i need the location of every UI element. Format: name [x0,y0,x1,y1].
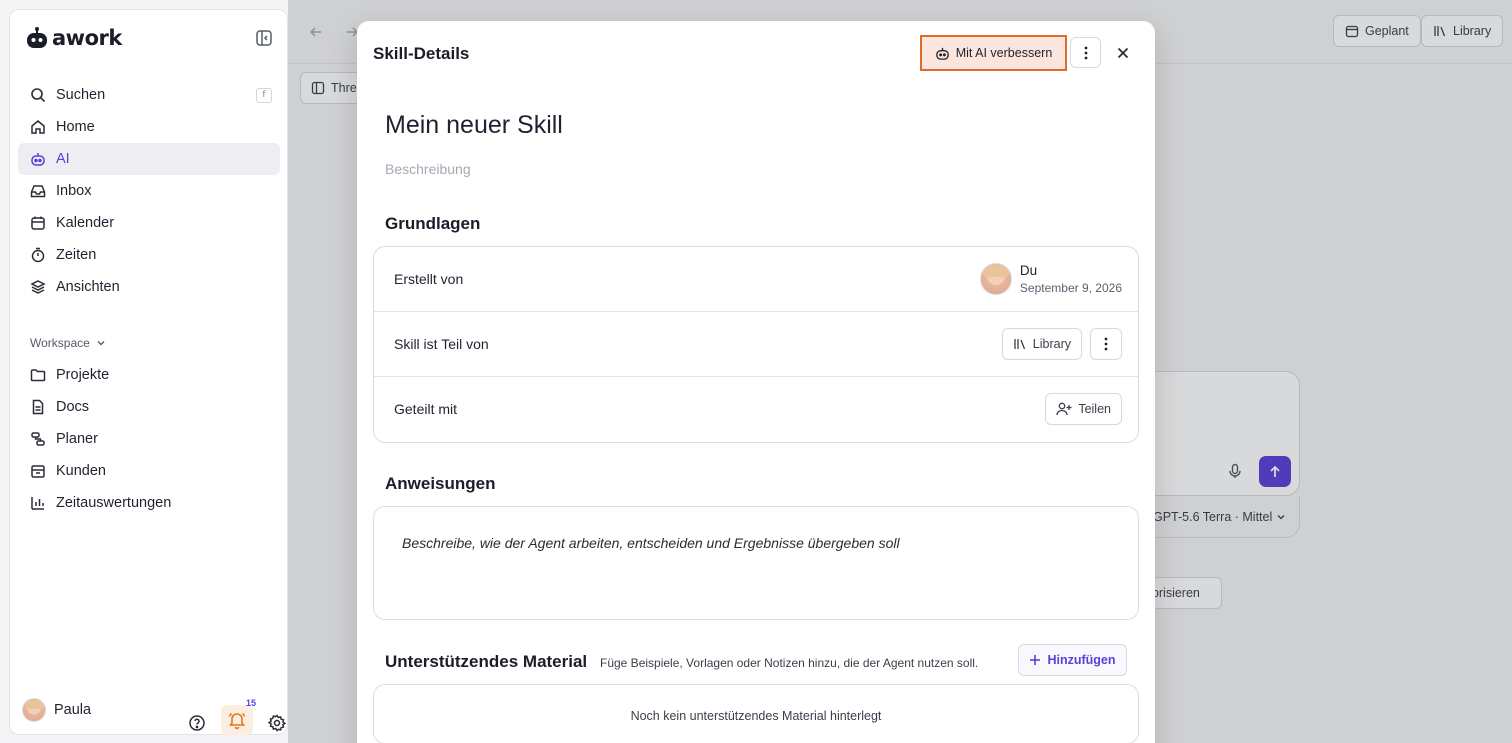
awork-logo-icon [27,27,47,48]
sidebar-item-label: Kalender [56,215,115,231]
gear-icon[interactable] [267,713,287,733]
share-button[interactable]: Teilen [1045,393,1122,425]
basics-heading: Grundlagen [385,214,481,233]
sidebar-item-label: Zeitauswertungen [56,495,172,511]
modal-title: Skill-Details [373,44,470,63]
search-icon [31,88,46,103]
user-plus-icon [1056,402,1072,416]
sidebar-item-customers[interactable]: Kunden [18,455,280,487]
sidebar-item-label: Projekte [56,367,110,383]
sidebar-item-search[interactable]: Suchen f [18,79,280,111]
creator-info[interactable]: Du September 9, 2026 [979,263,1122,295]
sidebar-item-planner[interactable]: Planer [18,423,280,455]
layers-icon [30,280,46,294]
user-profile[interactable]: Paula [22,698,91,722]
timer-icon [31,247,45,263]
avatar [979,263,1012,295]
sidebar-item-docs[interactable]: Docs [18,391,280,423]
planner-icon [31,432,45,446]
shared-with-label: Geteilt mit [394,401,458,417]
instructions-placeholder: Beschreibe, wie der Agent arbeiten, ents… [402,535,900,551]
library-chip-button[interactable]: Library [1001,328,1082,360]
creator-name: Du [1019,263,1038,278]
skill-description-input[interactable]: Beschreibung [385,161,471,177]
inbox-icon [30,185,46,198]
improve-with-ai-label: Mit AI verbessern [955,46,1053,60]
sidebar-item-inbox[interactable]: Inbox [18,175,280,207]
sidebar-item-label: Kunden [56,463,106,479]
workspace-nav: Projekte Docs Planer Kunden Zeitauswertu… [18,359,280,519]
sidebar-item-time-reports[interactable]: Zeitauswertungen [18,487,280,519]
skill-details-modal: Skill-Details Mit AI verbessern Mein neu… [357,21,1155,743]
shared-with-row: Geteilt mit Teilen [374,377,1138,442]
plus-icon [1030,655,1041,665]
close-icon [1117,47,1129,59]
notifications-button[interactable]: 15 [221,698,256,735]
library-chip-label: Library [1032,337,1071,351]
notification-count: 15 [245,698,256,708]
sidebar-item-label: Zeiten [56,247,97,263]
sidebar-item-times[interactable]: Zeiten [18,239,280,271]
sidebar-collapse-icon[interactable] [255,29,273,47]
skill-name-input[interactable]: Mein neuer Skill [385,111,563,140]
sidebar-item-label: Ansichten [56,279,120,295]
add-material-button[interactable]: Hinzufügen [1018,644,1127,676]
sidebar-item-label: Inbox [56,183,92,199]
calendar-icon [31,216,45,230]
material-list: Noch kein unterstützendes Material hinte… [373,684,1139,743]
basics-card: Erstellt von Du September 9, 2026 Skill … [373,246,1139,443]
share-label: Teilen [1078,402,1111,416]
sidebar-item-label: AI [56,151,70,167]
sidebar-item-label: Home [56,119,95,135]
more-vertical-icon [1104,337,1108,351]
sidebar-item-label: Planer [56,431,98,447]
sidebar-item-label: Suchen [56,87,106,103]
building-icon [31,465,45,478]
logo-text: awork [52,26,122,50]
help-icon[interactable] [187,713,207,733]
add-material-label: Hinzufügen [1047,653,1116,667]
workspace-section-toggle[interactable]: Workspace [30,336,106,350]
part-of-label: Skill ist Teil von [394,336,489,352]
more-vertical-icon [1084,46,1087,59]
chart-icon [31,497,44,510]
close-button[interactable] [1113,43,1133,63]
library-icon [1014,339,1025,350]
sidebar-item-ai[interactable]: AI [18,143,280,175]
instructions-heading: Anweisungen [385,474,496,493]
part-of-more-button[interactable] [1090,328,1122,360]
ai-icon [935,47,949,60]
ai-icon [31,153,45,166]
created-by-label: Erstellt von [394,271,464,287]
sidebar-item-home[interactable]: Home [18,111,280,143]
folder-icon [30,369,46,382]
sidebar-item-label: Docs [56,399,90,415]
sidebar-item-projects[interactable]: Projekte [18,359,280,391]
instructions-editor[interactable]: Beschreibe, wie der Agent arbeiten, ents… [373,506,1139,620]
more-options-button[interactable] [1070,37,1101,68]
material-empty-state: Noch kein unterstützendes Material hinte… [630,709,882,723]
improve-with-ai-button[interactable]: Mit AI verbessern [920,35,1067,71]
shortcut-hint: f [256,88,272,103]
awork-logo[interactable]: awork [26,26,122,50]
workspace-label: Workspace [30,336,90,350]
avatar [22,698,46,722]
bell-icon [228,712,246,730]
creator-date: September 9, 2026 [1019,281,1122,295]
sidebar-item-views[interactable]: Ansichten [18,271,280,303]
created-by-row: Erstellt von Du September 9, 2026 [374,247,1138,312]
doc-icon [32,399,44,415]
chevron-down-icon [97,341,105,346]
material-heading: Unterstützendes Material [385,652,588,671]
sidebar-footer-actions: 15 [187,698,287,735]
sidebar: awork Suchen f Home AI Inbox Kalender Ze… [9,9,288,735]
part-of-row: Skill ist Teil von Library [374,312,1138,377]
sidebar-item-calendar[interactable]: Kalender [18,207,280,239]
user-name: Paula [54,702,92,718]
home-icon [31,120,45,134]
material-subtitle: Füge Beispiele, Vorlagen oder Notizen hi… [600,656,979,670]
main-nav: Suchen f Home AI Inbox Kalender Zeiten A… [18,79,280,303]
